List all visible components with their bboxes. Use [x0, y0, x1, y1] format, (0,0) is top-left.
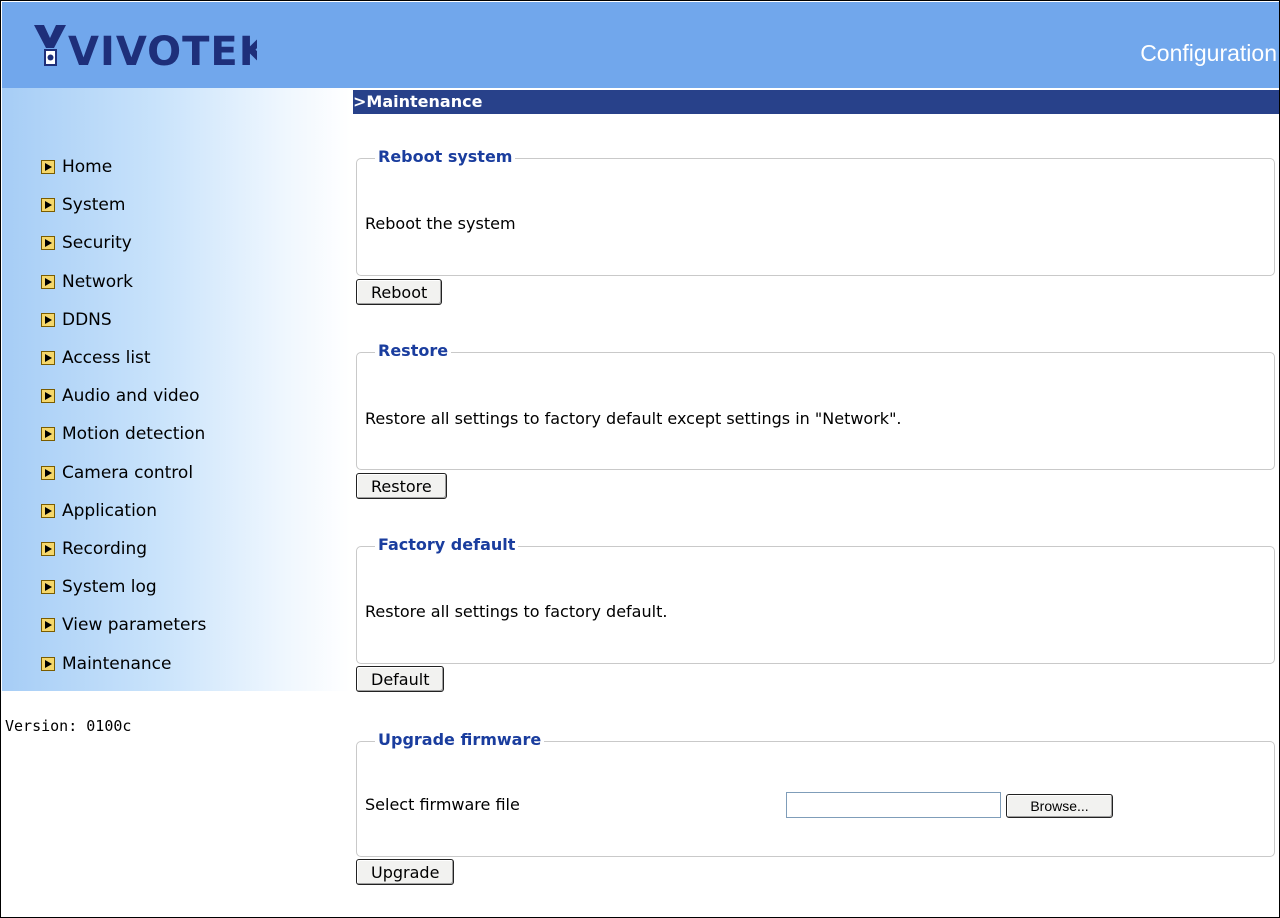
header-bar: VIVOTEK Configuration: [2, 2, 1279, 88]
sidebar-item-label: Recording: [62, 538, 148, 559]
sidebar-item-label: Security: [62, 233, 132, 254]
sidebar-item-label: DDNS: [62, 309, 112, 330]
arrow-right-icon: [41, 465, 55, 480]
arrow-right-icon: [41, 503, 55, 518]
factory-default-legend: Factory default: [375, 535, 519, 554]
arrow-right-icon: [41, 618, 55, 633]
browse-button[interactable]: Browse...: [1006, 794, 1113, 818]
restore-description: Restore all settings to factory default …: [365, 409, 902, 428]
sidebar-item-ddns[interactable]: DDNS: [41, 301, 206, 339]
sidebar-item-label: Maintenance: [62, 653, 172, 674]
arrow-right-icon: [41, 656, 55, 671]
sidebar-item-network[interactable]: Network: [41, 263, 206, 301]
arrow-right-icon: [41, 198, 55, 213]
sidebar-item-label: Home: [62, 157, 113, 178]
arrow-right-icon: [41, 236, 55, 251]
sidebar-item-home[interactable]: Home: [41, 148, 206, 186]
firmware-file-label: Select firmware file: [365, 795, 520, 814]
section-title-bar: >Maintenance: [353, 90, 1279, 114]
sidebar-item-recording[interactable]: Recording: [41, 530, 206, 568]
sidebar-item-view-parameters[interactable]: View parameters: [41, 606, 206, 644]
version-text: Version: 0100c: [5, 717, 132, 735]
arrow-right-icon: [41, 389, 55, 404]
sidebar-item-label: System: [62, 195, 126, 216]
arrow-right-icon: [41, 541, 55, 556]
sidebar-menu: Home System Security Network DDNS Access…: [41, 148, 206, 683]
restore-legend: Restore: [375, 341, 452, 360]
sidebar-item-label: Application: [62, 500, 157, 521]
logo-text: VIVOTEK: [68, 29, 257, 73]
upgrade-firmware-legend: Upgrade firmware: [375, 730, 545, 749]
default-button[interactable]: Default: [356, 666, 445, 692]
restore-button[interactable]: Restore: [356, 473, 447, 499]
arrow-right-icon: [41, 351, 55, 366]
arrow-right-icon: [41, 160, 55, 175]
sidebar-item-maintenance[interactable]: Maintenance: [41, 644, 206, 682]
sidebar-item-system[interactable]: System: [41, 186, 206, 224]
reboot-button[interactable]: Reboot: [356, 279, 443, 305]
reboot-description: Reboot the system: [365, 214, 516, 233]
sidebar-item-camera-control[interactable]: Camera control: [41, 454, 206, 492]
arrow-right-icon: [41, 427, 55, 442]
sidebar-item-label: Access list: [62, 348, 151, 369]
page-title: Configuration: [1140, 40, 1277, 66]
upgrade-button[interactable]: Upgrade: [356, 859, 455, 885]
sidebar-item-label: Network: [62, 271, 133, 292]
sidebar-item-label: System log: [62, 577, 157, 598]
arrow-right-icon: [41, 274, 55, 289]
sidebar-item-label: View parameters: [62, 615, 207, 636]
arrow-right-icon: [41, 580, 55, 595]
factory-default-description: Restore all settings to factory default.: [365, 602, 668, 621]
sidebar-item-label: Camera control: [62, 462, 194, 483]
restore-fieldset: Restore Restore all settings to factory …: [356, 341, 1275, 470]
sidebar-item-access-list[interactable]: Access list: [41, 339, 206, 377]
vivotek-logo: VIVOTEK: [34, 25, 257, 73]
factory-default-fieldset: Factory default Restore all settings to …: [356, 535, 1275, 664]
sidebar-item-application[interactable]: Application: [41, 492, 206, 530]
sidebar-item-motion-detection[interactable]: Motion detection: [41, 415, 206, 453]
sidebar-item-label: Audio and video: [62, 386, 200, 407]
firmware-file-input[interactable]: [786, 792, 1001, 818]
reboot-legend: Reboot system: [375, 147, 516, 166]
sidebar-item-label: Motion detection: [62, 424, 206, 445]
arrow-right-icon: [41, 312, 55, 327]
reboot-fieldset: Reboot system Reboot the system: [356, 147, 1275, 276]
sidebar-item-security[interactable]: Security: [41, 224, 206, 262]
sidebar-item-system-log[interactable]: System log: [41, 568, 206, 606]
page-frame: VIVOTEK Configuration Home System Securi…: [0, 0, 1280, 918]
sidebar-item-audio-video[interactable]: Audio and video: [41, 377, 206, 415]
